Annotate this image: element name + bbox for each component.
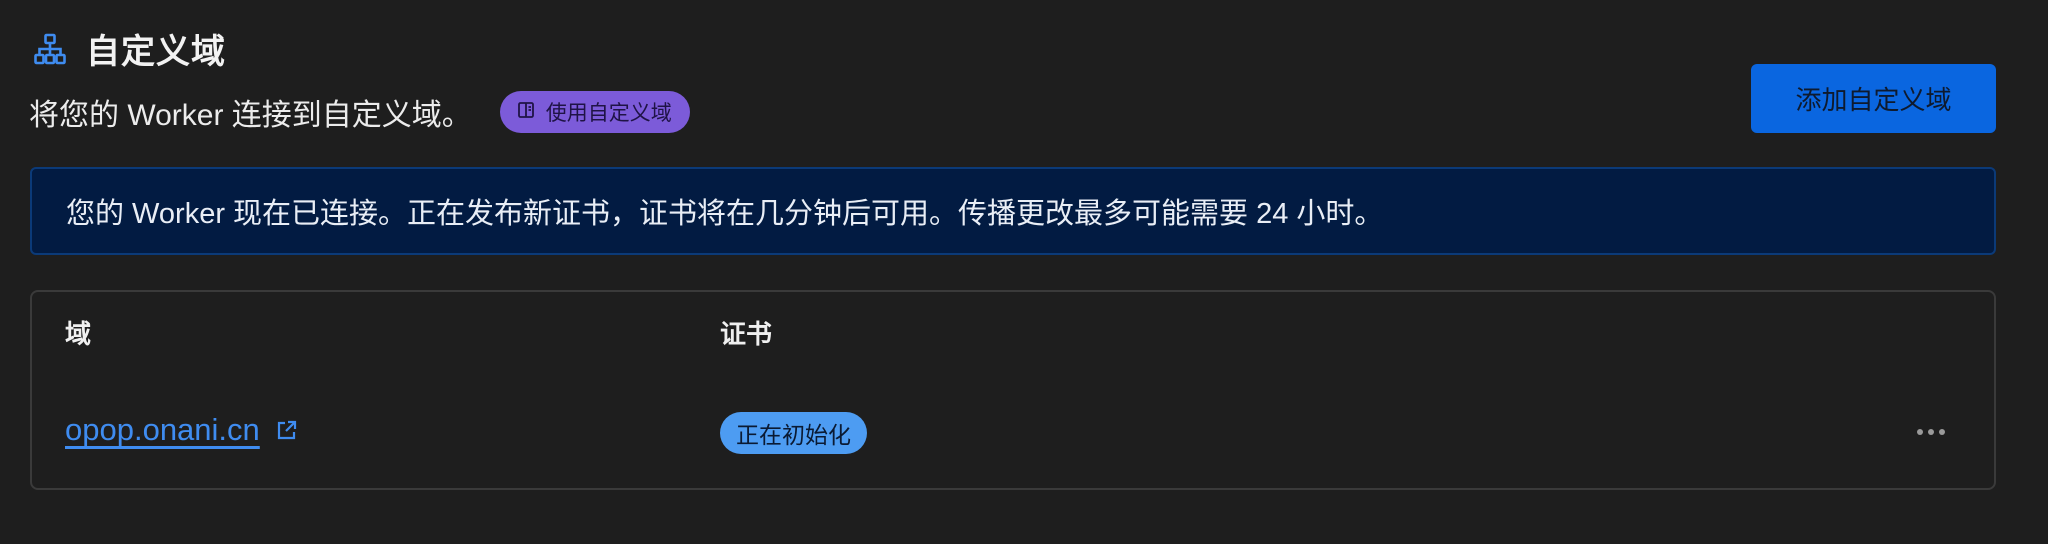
- custom-domains-panel: 自定义域 将您的 Worker 连接到自定义域。 使用自定义域 添加自定义域 您…: [0, 0, 2048, 544]
- domains-table: 域 证书 opop.onani.cn 正在初始化: [30, 290, 1996, 490]
- book-icon: [516, 100, 536, 125]
- info-banner-text: 您的 Worker 现在已连接。正在发布新证书，证书将在几分钟后可用。传播更改最…: [66, 198, 1384, 230]
- section-description: 将您的 Worker 连接到自定义域。: [29, 99, 472, 132]
- column-header-certificate: 证书: [720, 319, 773, 349]
- column-header-domain: 域: [65, 319, 92, 349]
- info-banner: 您的 Worker 现在已连接。正在发布新证书，证书将在几分钟后可用。传播更改最…: [30, 167, 1996, 255]
- add-custom-domain-button[interactable]: 添加自定义域: [1751, 64, 1996, 133]
- section-header: 自定义域: [32, 24, 226, 73]
- certificate-status-label: 正在初始化: [736, 422, 851, 448]
- sitemap-icon: [32, 31, 68, 67]
- external-link-icon[interactable]: [274, 417, 300, 443]
- docs-link-label: 使用自定义域: [545, 102, 672, 125]
- domain-link[interactable]: opop.onani.cn: [65, 412, 260, 448]
- more-dot: [1928, 429, 1934, 435]
- description-row: 将您的 Worker 连接到自定义域。 使用自定义域: [29, 90, 690, 134]
- section-title: 自定义域: [86, 33, 226, 71]
- certificate-status-badge: 正在初始化: [720, 412, 867, 454]
- more-dot: [1939, 429, 1945, 435]
- docs-link-badge[interactable]: 使用自定义域: [499, 91, 690, 133]
- row-more-options-button[interactable]: [1908, 412, 1954, 452]
- table-row: opop.onani.cn: [65, 412, 300, 448]
- more-dot: [1917, 429, 1923, 435]
